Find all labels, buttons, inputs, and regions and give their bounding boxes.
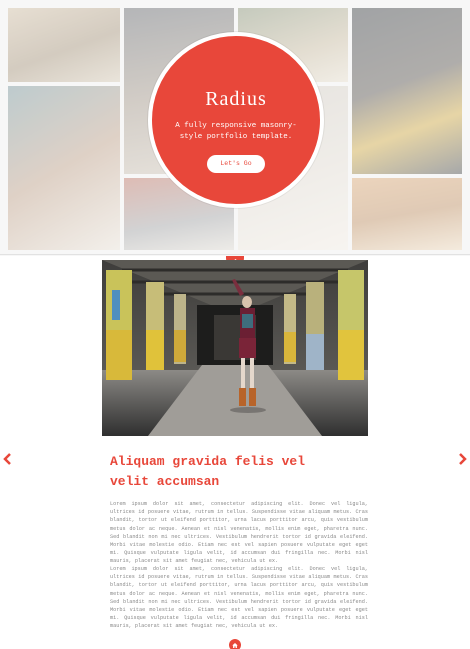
- urban-ruins-photo: [102, 260, 368, 436]
- section-divider: [0, 254, 470, 255]
- featured-photo: [102, 260, 368, 436]
- hero-masonry: Radius A fully responsive masonry-style …: [0, 0, 470, 256]
- hero-badge: Radius A fully responsive masonry-style …: [148, 32, 324, 208]
- previous-button[interactable]: [2, 452, 12, 466]
- article-paragraph: Lorem ipsum dolor sit amet, consectetur …: [110, 501, 368, 565]
- footer-home-button[interactable]: [229, 639, 241, 649]
- portfolio-tile[interactable]: [8, 8, 120, 82]
- article-title: Aliquam gravida felis vel velit accumsan: [110, 454, 306, 489]
- chevron-left-icon: [3, 453, 11, 465]
- hero-title: Radius: [205, 88, 267, 110]
- home-icon: [232, 642, 238, 648]
- article-paragraph: Lorem ipsum dolor sit amet, consectetur …: [110, 566, 368, 630]
- portfolio-tile[interactable]: [8, 86, 120, 250]
- chevron-right-icon: [459, 453, 467, 465]
- portfolio-tile[interactable]: [352, 178, 462, 250]
- hero-subtitle: A fully responsive masonry-style portfol…: [175, 122, 297, 141]
- next-button[interactable]: [458, 452, 468, 466]
- portfolio-tile[interactable]: [352, 8, 462, 174]
- lets-go-button[interactable]: Let's Go: [207, 155, 265, 173]
